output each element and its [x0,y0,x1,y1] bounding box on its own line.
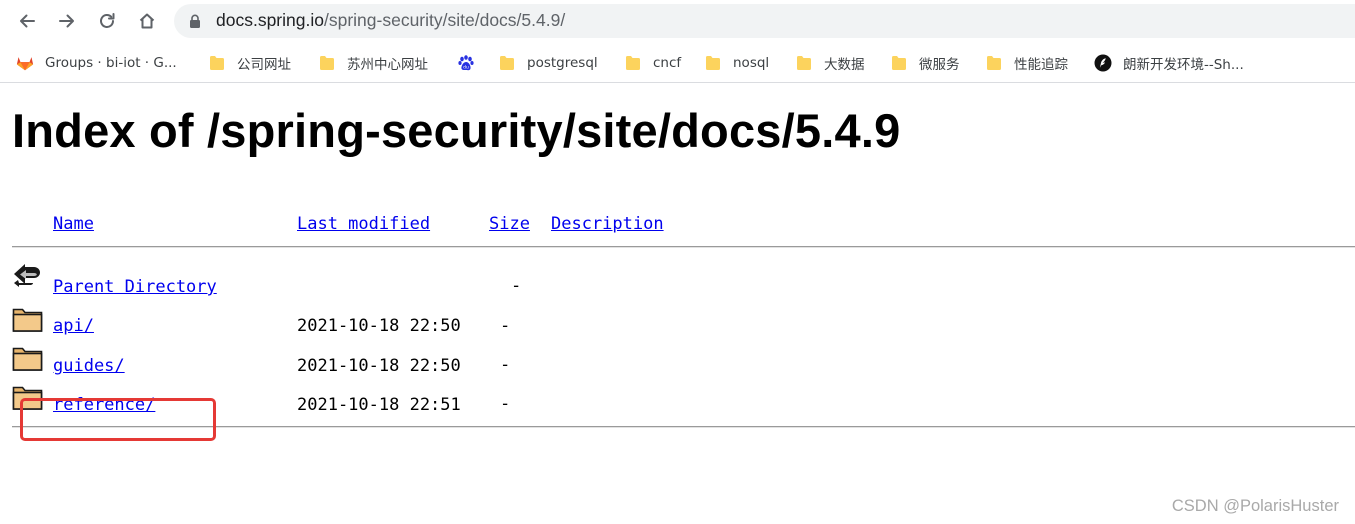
bookmark-folder-company[interactable]: 公司网址 [208,52,291,74]
browser-toolbar: docs.spring.io/spring-security/site/docs… [0,0,1355,43]
folder-icon [318,54,336,72]
bookmark-label: nosql [733,55,770,71]
folder-icon [985,54,1003,72]
page-title: Index of /spring-security/site/docs/5.4.… [12,104,901,157]
folder-icon [624,54,642,72]
back-arrow-icon [14,264,40,287]
sort-by-last-modified-link[interactable]: Last modified [297,214,430,234]
forward-button[interactable] [52,6,82,36]
gitlab-icon [16,54,34,72]
bookmark-label: cncf [653,55,682,71]
bookmark-gitlab-groups[interactable]: Groups · bi-iot · G... [16,52,177,74]
size-cell: - [500,394,511,414]
folder-icon [498,54,516,72]
bookmark-folder-cncf[interactable]: cncf [624,52,681,74]
feather-circle-icon [1094,54,1112,72]
last-modified-cell: 2021-10-18 22:50 [297,316,461,336]
size-cell: - [511,276,522,296]
address-bar[interactable]: docs.spring.io/spring-security/site/docs… [174,4,1355,38]
bookmark-label: 大数据 [824,57,865,73]
bookmark-folder-bigdata[interactable]: 大数据 [795,52,865,74]
sort-by-name-link[interactable]: Name [53,214,94,234]
arrow-right-icon [59,14,74,28]
reload-button[interactable] [92,6,122,36]
bookmark-label: 苏州中心网址 [347,57,428,73]
bookmarks-bar: Groups · bi-iot · G... 公司网址 苏州中心网址 du po… [0,43,1355,83]
header-divider [12,246,1355,248]
sort-by-size-link[interactable]: Size [489,214,530,234]
folder-icon [704,54,722,72]
bookmark-folder-perf-tracing[interactable]: 性能追踪 [985,52,1068,74]
url-path: /spring-security/site/docs/5.4.9/ [323,10,566,30]
bookmark-label: 微服务 [919,57,960,73]
bookmark-label: 性能追踪 [1014,57,1068,73]
bookmark-folder-nosql[interactable]: nosql [704,52,769,74]
folder-link-api[interactable]: api/ [53,316,94,336]
url-host: docs.spring.io [216,10,324,30]
bookmark-label: 公司网址 [237,57,291,73]
bookmark-folder-suzhou[interactable]: 苏州中心网址 [318,52,428,74]
bookmark-baidu[interactable]: du [457,52,486,74]
bookmark-label: 朗新开发环境--Sh... [1123,57,1244,73]
csdn-watermark: CSDN @PolarisHuster [1171,497,1339,515]
highlight-annotation-box [20,398,216,441]
last-modified-cell: 2021-10-18 22:50 [297,356,461,376]
url-text[interactable]: docs.spring.io/spring-security/site/docs… [216,10,565,31]
folder-icon [12,308,43,332]
bookmark-dev-env[interactable]: 朗新开发环境--Sh... [1094,52,1244,74]
folder-icon [795,54,813,72]
reload-icon [100,13,115,28]
sort-by-description-link[interactable]: Description [551,214,664,234]
bookmark-label: postgresql [527,55,598,71]
folder-icon [208,54,226,72]
folder-link-guides[interactable]: guides/ [53,356,125,376]
last-modified-cell: 2021-10-18 22:51 [297,395,461,415]
folder-icon [12,347,43,371]
size-cell: - [500,355,511,375]
lock-icon [190,14,200,28]
folder-icon [890,54,908,72]
parent-directory-link[interactable]: Parent Directory [53,277,217,297]
home-icon [139,13,155,29]
arrow-left-icon [20,14,35,28]
bookmark-folder-postgresql[interactable]: postgresql [498,52,598,74]
bookmark-folder-microservices[interactable]: 微服务 [890,52,960,74]
home-button[interactable] [132,6,162,36]
bookmark-label: Groups · bi-iot · G... [45,55,177,71]
back-button[interactable] [12,6,42,36]
size-cell: - [500,316,511,336]
baidu-paw-icon: du [457,54,475,72]
svg-text:du: du [463,65,469,71]
